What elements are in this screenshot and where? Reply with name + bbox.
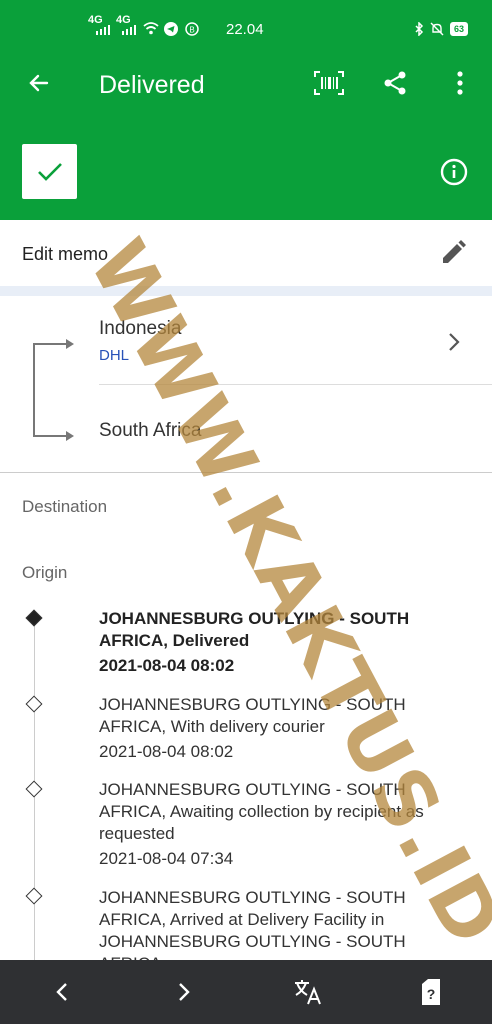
nav-back-button[interactable] — [48, 978, 76, 1006]
bluetooth-icon — [415, 22, 424, 36]
chevron-right-icon — [179, 983, 190, 1001]
battery-indicator: 63 — [449, 22, 468, 36]
delivered-status-badge — [22, 144, 77, 199]
telegram-icon — [164, 22, 178, 36]
event-description: JOHANNESBURG OUTLYING - SOUTH AFRICA, De… — [99, 609, 410, 650]
edit-memo-button[interactable] — [438, 238, 468, 268]
signal-bars-icon — [122, 25, 136, 35]
share-button[interactable] — [378, 66, 412, 100]
info-button[interactable] — [436, 154, 472, 190]
arrow-left-icon — [29, 74, 49, 92]
signal-bars-icon — [96, 25, 110, 35]
edit-memo-label: Edit memo — [22, 244, 109, 264]
translate-button[interactable] — [292, 976, 324, 1008]
wifi-icon — [143, 22, 159, 35]
divider — [0, 472, 492, 473]
back-button[interactable] — [22, 66, 56, 100]
help-card-icon: ? — [422, 979, 440, 1005]
route-card[interactable]: Indonesia DHL South Africa — [0, 296, 492, 472]
route-separator — [99, 384, 492, 385]
event-date: 2021-08-04 07:34 — [99, 849, 234, 868]
route-bracket-icon — [33, 339, 74, 441]
destination-country: South Africa — [99, 420, 202, 441]
help-button[interactable]: ? — [416, 976, 446, 1008]
status-time: 22.04 — [226, 21, 264, 38]
svg-text:B: B — [189, 26, 194, 35]
timeline-dot — [25, 887, 43, 905]
nav-forward-button[interactable] — [170, 978, 198, 1006]
chevron-left-icon — [56, 983, 67, 1001]
barcode-icon — [314, 71, 344, 95]
share-icon — [384, 71, 406, 95]
b-app-icon: B — [185, 22, 199, 36]
svg-text:?: ? — [427, 986, 436, 1002]
bottom-nav-bar: ? — [0, 960, 492, 1024]
app-bar: Delivered — [0, 44, 492, 220]
more-options-button[interactable] — [443, 66, 477, 100]
more-vert-icon — [457, 71, 463, 95]
destination-section-label: Destination — [22, 497, 108, 516]
carrier-name[interactable]: DHL — [99, 347, 129, 364]
mute-bell-icon — [430, 22, 444, 36]
timeline-dot — [25, 695, 43, 713]
chevron-right-icon[interactable] — [447, 332, 461, 352]
origin-section-label: Origin — [22, 563, 68, 582]
pencil-icon — [443, 240, 466, 263]
event-description: JOHANNESBURG OUTLYING - SOUTH AFRICA, Aw… — [99, 780, 424, 843]
section-divider — [0, 286, 492, 296]
edit-memo-row[interactable]: Edit memo — [0, 220, 492, 286]
status-bar: 4G 4G B 22.04 63 — [0, 0, 492, 44]
timeline-dot-filled — [25, 609, 43, 627]
translate-icon — [295, 980, 321, 1005]
timeline-dot — [25, 780, 43, 798]
event-description: JOHANNESBURG OUTLYING - SOUTH AFRICA, Wi… — [99, 695, 406, 736]
check-icon — [37, 162, 62, 181]
barcode-button[interactable] — [312, 66, 346, 100]
origin-country: Indonesia — [99, 318, 182, 339]
page-title: Delivered — [99, 71, 205, 99]
event-date: 2021-08-04 08:02 — [99, 742, 234, 761]
status-right-group: 63 — [414, 22, 468, 36]
info-icon — [440, 158, 468, 186]
event-date: 2021-08-04 08:02 — [99, 656, 235, 675]
